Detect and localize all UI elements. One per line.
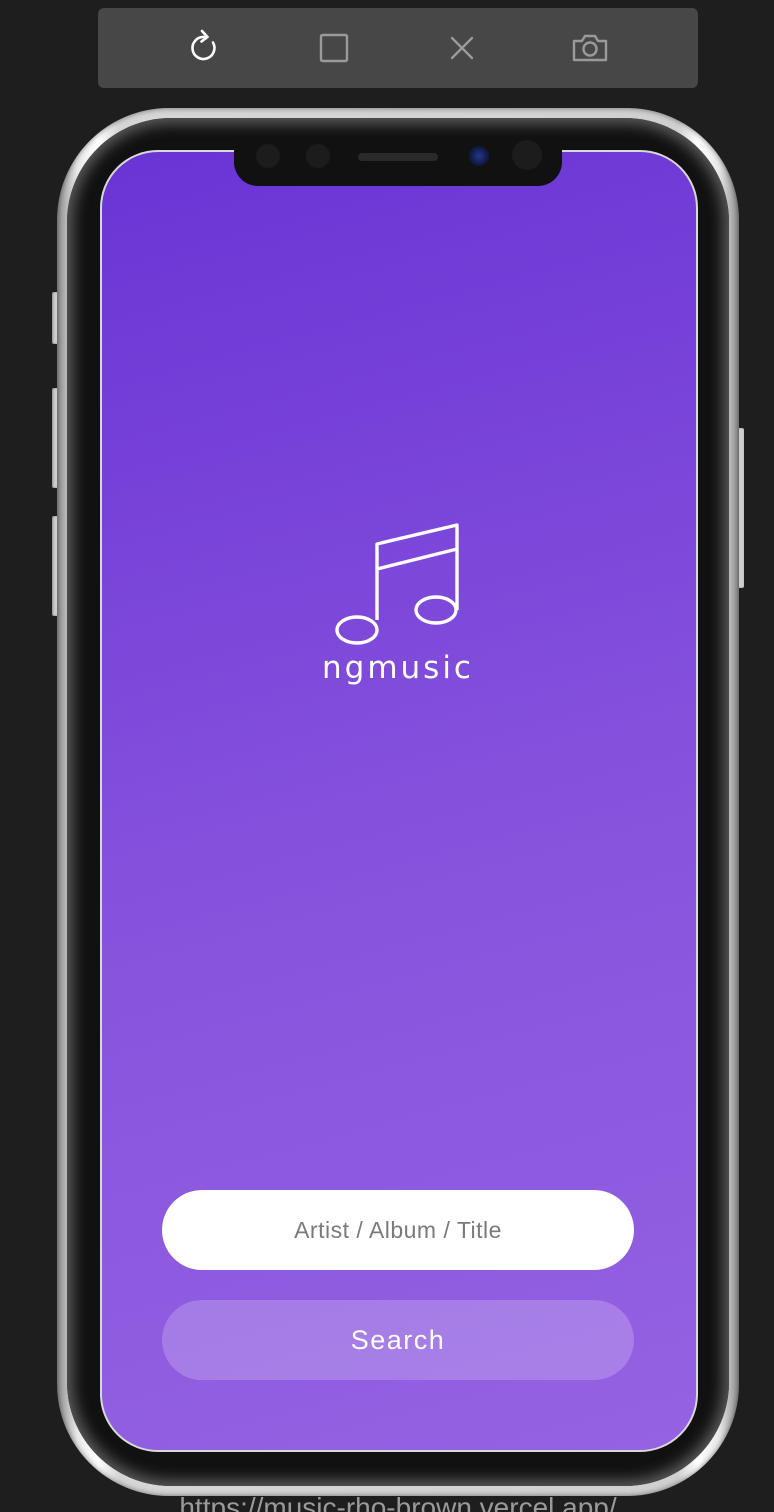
preview-url: https://music-rho-brown.vercel.app/ (179, 1492, 617, 1512)
refresh-icon[interactable] (184, 28, 224, 68)
square-icon[interactable] (314, 28, 354, 68)
close-icon[interactable] (442, 28, 482, 68)
preview-toolbar (98, 8, 698, 88)
device-preview-stage: ngmusic Search https://music-rho-brown.v… (0, 0, 774, 1512)
earpiece-speaker (358, 153, 438, 161)
sensor-icon (512, 140, 542, 170)
sensor-icon (306, 144, 330, 168)
phone-notch (234, 138, 562, 186)
search-input[interactable] (162, 1190, 634, 1270)
sensor-icon (256, 144, 280, 168)
music-note-icon (330, 520, 464, 650)
front-camera-icon (469, 146, 489, 166)
app-name: ngmusic (322, 650, 474, 686)
camera-icon[interactable] (570, 28, 610, 68)
search-button[interactable]: Search (162, 1300, 634, 1380)
